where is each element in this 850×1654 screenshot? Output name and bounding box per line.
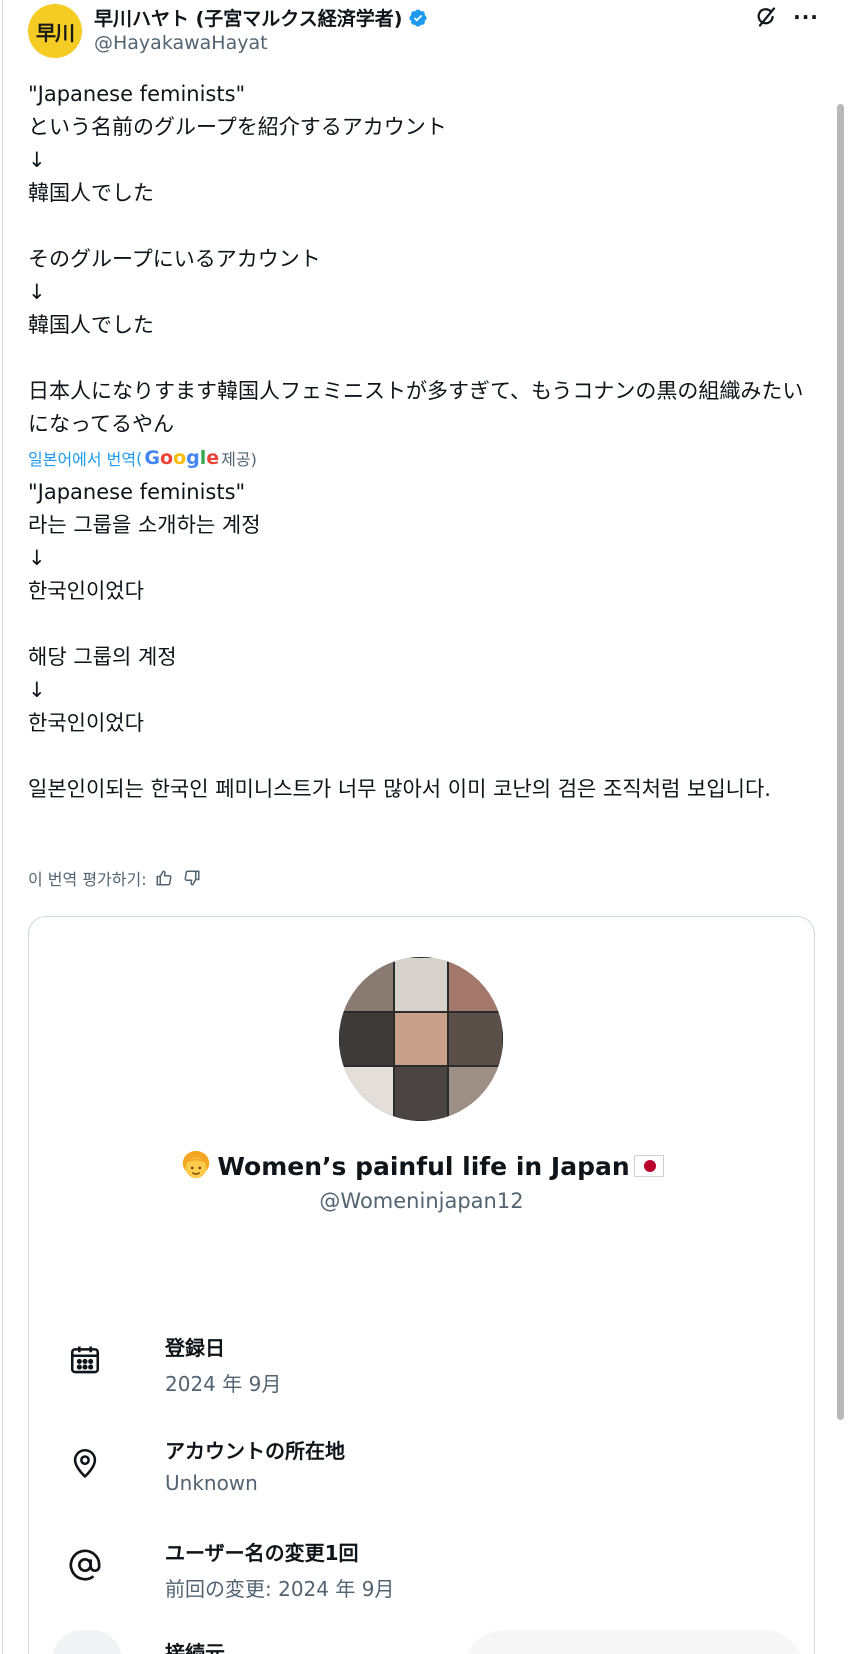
more-options-icon[interactable]: ··· xyxy=(791,2,821,32)
rate-translation-label: 이 번역 평가하기: xyxy=(28,870,147,889)
japan-flag-icon xyxy=(633,1155,664,1177)
rate-translation-row: 이 번역 평가하기: xyxy=(28,866,203,890)
woman-emoji-icon xyxy=(183,1150,210,1179)
window-edge xyxy=(2,0,3,1654)
about-account-card: Women’s painful life in Japan @Womeninja… xyxy=(28,916,815,1654)
translation-paren: ( xyxy=(136,448,143,468)
calendar-icon xyxy=(63,1338,107,1382)
joined-label: 登録日 xyxy=(165,1336,225,1360)
tweet-text: "Japanese feminists" という名前のグループを紹介するアカウン… xyxy=(28,82,804,436)
translated-tweet-text: "Japanese feminists" 라는 그룹을 소개하는 계정 ↓ 한국… xyxy=(28,480,771,801)
translated-from-link[interactable]: 일본어에서 번역 xyxy=(28,446,136,470)
profile-handle: @Womeninjapan12 xyxy=(319,1189,524,1213)
info-row-joined: 登録日 2024 年 9月 xyxy=(63,1332,763,1402)
author-display-name[interactable]: 早川ハヤト (子宮マルクス経済学者) xyxy=(94,4,402,31)
grok-icon[interactable] xyxy=(751,2,781,32)
thumbs-down-icon[interactable] xyxy=(181,867,203,889)
profile-avatar[interactable] xyxy=(339,957,503,1121)
account-location-value: Unknown xyxy=(165,1471,258,1495)
translation-attribution: 일본어에서 번역 ( Google 제공) xyxy=(28,446,257,470)
username-changes-value: 前回の変更: 2024 年 9月 xyxy=(165,1577,395,1601)
at-sign-icon xyxy=(63,1543,107,1587)
author-handle[interactable]: @HayakawaHayat xyxy=(94,32,268,54)
connected-via-label: 接続元 xyxy=(165,1641,225,1654)
bottom-bar-right-shape xyxy=(464,1630,804,1654)
author-avatar[interactable]: 早川 xyxy=(28,4,82,58)
google-logo: Google xyxy=(144,447,220,469)
profile-name-row: Women’s painful life in Japan xyxy=(29,1149,814,1183)
verified-badge-icon xyxy=(409,8,427,27)
username-changes-label: ユーザー名の変更1回 xyxy=(165,1541,359,1565)
translation-provider-suffix: 제공) xyxy=(221,450,257,469)
joined-value: 2024 年 9月 xyxy=(165,1372,282,1396)
thumbs-up-icon[interactable] xyxy=(153,867,175,889)
info-row-location: アカウントの所在地 Unknown xyxy=(63,1435,763,1505)
info-row-username-changes: ユーザー名の変更1回 前回の変更: 2024 年 9月 xyxy=(63,1537,763,1607)
profile-display-name: Women’s painful life in Japan xyxy=(217,1151,630,1181)
author-avatar-text: 早川 xyxy=(36,20,75,45)
location-pin-icon xyxy=(63,1441,107,1485)
account-location-label: アカウントの所在地 xyxy=(165,1439,345,1463)
author-name-row[interactable]: 早川ハヤト (子宮マルクス経済学者) xyxy=(94,4,428,31)
scrollbar-thumb[interactable] xyxy=(837,104,844,1420)
